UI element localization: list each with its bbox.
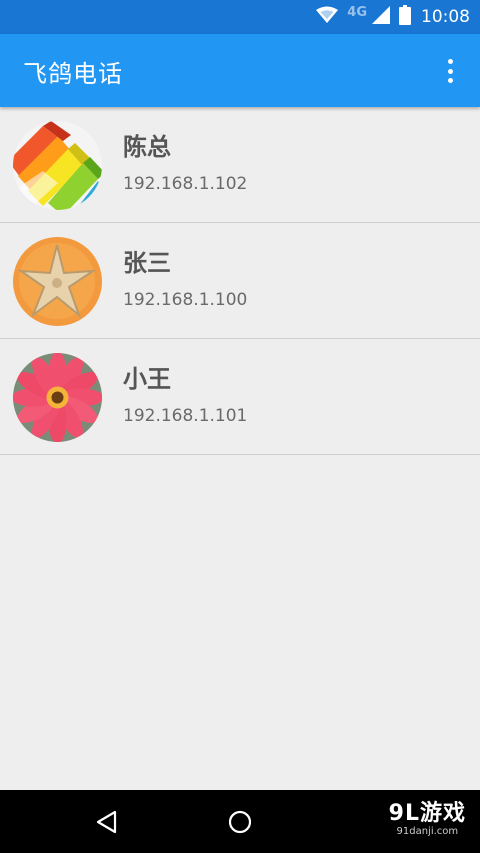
phone-screen: 4G 10:08 飞鸽电话 陈总 192.168.1.102 张三 192.16… [0, 0, 480, 853]
avatar [13, 353, 102, 442]
contact-name: 小王 [123, 365, 171, 393]
contact-list: 陈总 192.168.1.102 张三 192.168.1.100 小王 192… [0, 107, 480, 455]
contact-item-0[interactable]: 陈总 192.168.1.102 [0, 107, 480, 223]
watermark-logo: 9L游戏 91danji.com [389, 802, 466, 838]
pink-flower-image [13, 353, 102, 442]
starfish-image [13, 237, 102, 326]
navigation-bar: 9L游戏 91danji.com [0, 790, 480, 853]
battery-icon [399, 5, 411, 29]
contact-ip: 192.168.1.102 [123, 174, 248, 194]
contact-item-1[interactable]: 张三 192.168.1.100 [0, 223, 480, 339]
contact-name: 张三 [123, 249, 171, 277]
contact-item-2[interactable]: 小王 192.168.1.101 [0, 339, 480, 455]
status-icons: 4G 10:08 [315, 0, 470, 34]
app-title: 飞鸽电话 [23, 60, 123, 88]
app-bar: 飞鸽电话 [0, 34, 480, 107]
avatar [13, 121, 102, 210]
contact-name: 陈总 [123, 133, 171, 161]
avatar [13, 237, 102, 326]
contact-ip: 192.168.1.100 [123, 290, 248, 310]
watermark-sub: 91danji.com [396, 826, 459, 837]
home-icon[interactable] [210, 790, 270, 853]
watermark-main: 9L游戏 [388, 801, 466, 826]
contact-ip: 192.168.1.101 [123, 406, 248, 426]
status-bar: 4G 10:08 [0, 0, 480, 34]
wifi-icon [315, 6, 339, 28]
back-icon[interactable] [77, 790, 137, 853]
more-vert-icon[interactable] [440, 56, 460, 86]
highlighter-markers-image [13, 121, 102, 210]
network-type-label: 4G [347, 4, 367, 20]
status-clock: 10:08 [421, 7, 470, 27]
signal-icon [371, 5, 391, 29]
